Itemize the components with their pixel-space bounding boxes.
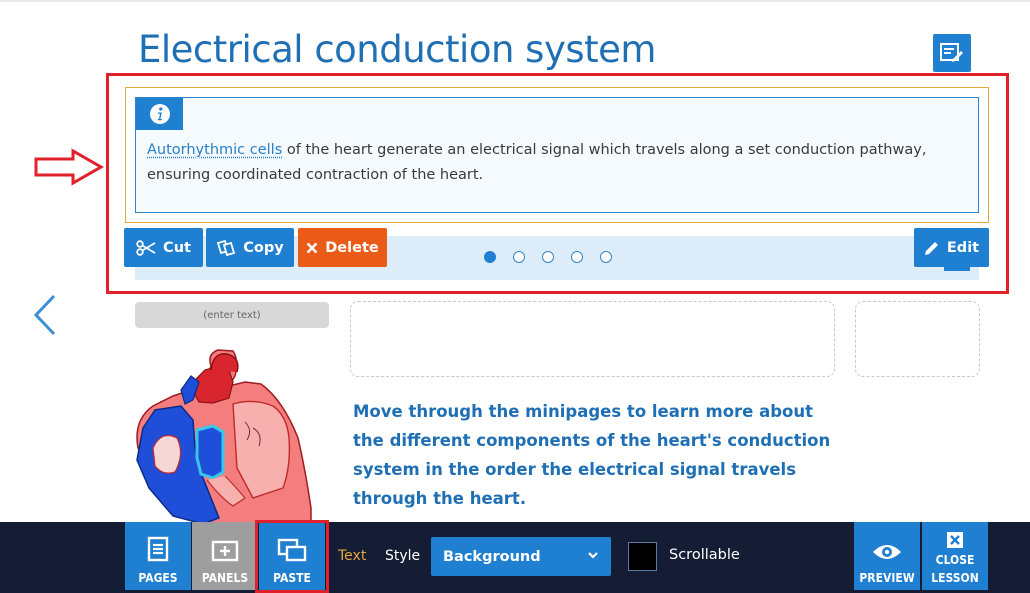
top-divider [0,0,1030,2]
close-lesson-label-line2: LESSON [931,571,979,585]
annotation-paste-highlight [255,520,329,593]
eye-icon [873,545,901,559]
close-icon [947,532,963,548]
heart-illustration [136,349,312,528]
panels-button[interactable]: PANELS [192,522,258,590]
panels-label: PANELS [201,571,249,585]
previous-page-chevron-icon[interactable] [32,293,58,337]
pages-icon [147,536,169,562]
style-dropdown[interactable]: Background [431,537,611,576]
color-swatch[interactable] [628,542,657,571]
text-tab[interactable]: Text [338,548,366,564]
page-title: Electrical conduction system [138,28,656,71]
edit-page-icon [940,43,963,62]
pages-button[interactable]: PAGES [125,522,191,590]
scrollable-label: Scrollable [669,547,740,563]
edit-page-button[interactable] [933,34,971,72]
annotation-highlight-frame [106,73,1009,294]
preview-button[interactable]: PREVIEW [854,522,920,590]
close-lesson-button[interactable]: CLOSE LESSON [922,522,988,590]
pages-label: PAGES [138,571,178,585]
empty-panel-slot[interactable] [350,301,835,377]
add-panel-icon [211,540,239,562]
close-lesson-label-line1: CLOSE [935,553,975,567]
style-label: Style [385,548,421,564]
style-dropdown-value: Background [443,548,541,565]
empty-panel-slot[interactable] [855,301,980,377]
chevron-down-icon [588,552,598,559]
annotation-arrow-icon [34,148,105,186]
lesson-editor: Electrical conduction system Autorhythmi… [0,0,1030,593]
preview-label: PREVIEW [859,571,915,585]
enter-text-field[interactable]: (enter text) [135,302,329,328]
lesson-description: Move through the minipages to learn more… [353,402,831,508]
